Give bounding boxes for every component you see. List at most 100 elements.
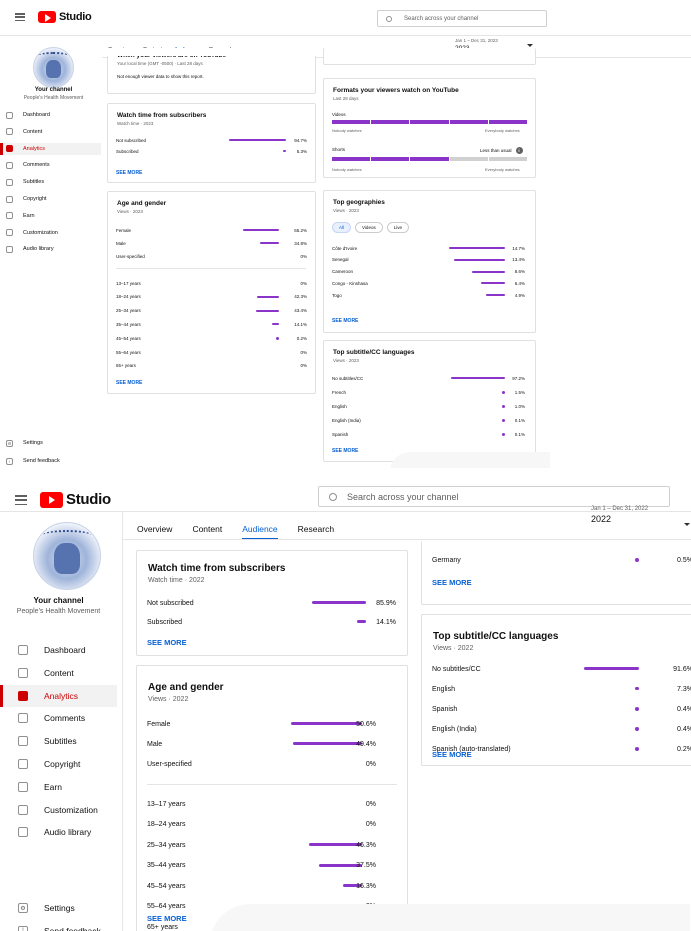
data-row: Togo 4.9%: [323, 290, 536, 300]
row-label: English: [432, 685, 455, 693]
value-bar: [256, 309, 279, 312]
sidebar-item-comments[interactable]: Comments: [0, 707, 117, 729]
filter-chip-all[interactable]: All: [332, 222, 352, 233]
data-row: No subtitles/CC 91.6%: [421, 661, 691, 677]
see-more-age-gender[interactable]: SEE MORE: [147, 914, 187, 923]
sidebar-item-analytics[interactable]: Analytics: [0, 684, 117, 707]
studio-logo[interactable]: Studio: [38, 11, 92, 23]
sidebar-item-settings[interactable]: ⚙ Settings: [0, 437, 101, 449]
sidebar-item-audio-library[interactable]: Audio library: [0, 821, 117, 843]
row-value: 0%: [300, 253, 307, 259]
sidebar-item-analytics[interactable]: Analytics: [0, 142, 101, 155]
formats-videos-label: Videos: [332, 112, 346, 117]
data-row: User-specified 0%: [107, 251, 316, 261]
sidebar-item-feedback[interactable]: ! Send feedback: [0, 455, 101, 467]
data-row: Male 34.8%: [107, 238, 316, 248]
info-icon[interactable]: i: [515, 147, 523, 154]
row-value: 0.2%: [296, 335, 307, 341]
hamburger-menu-icon[interactable]: [15, 13, 25, 21]
see-more-watch-subscribers[interactable]: SEE MORE: [116, 170, 142, 176]
row-value: 0%: [365, 800, 376, 808]
see-more-age-gender[interactable]: SEE MORE: [116, 380, 142, 386]
chevron-down-icon[interactable]: [684, 523, 690, 526]
scroll-fade: [390, 452, 550, 468]
row-value: 6.4%: [514, 280, 525, 286]
sidebar-item-label: Earn: [23, 212, 35, 219]
row-label: 65+ years: [116, 363, 136, 369]
sidebar-item-content[interactable]: Content: [0, 126, 101, 138]
filter-chip-live[interactable]: Live: [386, 222, 409, 233]
sidebar-item-label: Subtitles: [44, 736, 77, 747]
audio-library-icon: [18, 827, 28, 838]
sidebar-item-copyright[interactable]: Copyright: [0, 193, 101, 205]
tab-overview[interactable]: Overview: [137, 524, 172, 534]
sidebar-item-label: Copyright: [23, 196, 47, 202]
sidebar-item-feedback[interactable]: ! Send feedback: [0, 920, 117, 931]
sidebar-item-dashboard[interactable]: Dashboard: [0, 109, 101, 121]
sidebar-item-subtitles[interactable]: Subtitles: [0, 730, 117, 752]
sidebar-item-audio-library[interactable]: Audio library: [0, 243, 101, 255]
channel-avatar[interactable]: [33, 47, 74, 88]
data-row: 35–44 years 37.5%: [136, 858, 408, 874]
tab-content[interactable]: Content: [192, 524, 222, 534]
date-range-picker[interactable]: Jan 1 – Dec 31, 2022 2022: [591, 506, 648, 524]
sidebar-item-copyright[interactable]: Copyright: [0, 753, 117, 775]
row-label: 55–64 years: [147, 903, 186, 910]
data-row: 25–34 years 46.3%: [136, 837, 408, 853]
data-row: Female 65.2%: [107, 225, 316, 235]
sidebar-item-label: Dashboard: [23, 112, 50, 118]
copyright-icon: [18, 759, 28, 769]
tab-research[interactable]: Research: [298, 524, 334, 534]
see-more-geographies[interactable]: SEE MORE: [432, 578, 472, 587]
filter-chip-videos[interactable]: Videos: [355, 222, 383, 233]
data-row: 65+ years 0%: [107, 361, 316, 371]
sidebar-item-customization[interactable]: Customization: [0, 799, 117, 821]
data-row: Germany 0.5%: [421, 552, 691, 568]
row-value: 0%: [300, 280, 307, 286]
row-value: 34.8%: [294, 240, 307, 246]
sidebar-item-customization[interactable]: Customization: [0, 227, 101, 239]
sidebar-item-label: Audio library: [23, 246, 54, 253]
sidebar-item-comments[interactable]: Comments: [0, 159, 101, 171]
chevron-down-icon[interactable]: [527, 44, 533, 47]
row-label: 55–64 years: [116, 349, 141, 355]
search-input[interactable]: Search across your channel: [318, 486, 670, 507]
sidebar-item-settings[interactable]: ⚙ Settings: [0, 897, 117, 919]
sidebar-item-label: Earn: [44, 781, 62, 792]
studio-logo[interactable]: Studio: [40, 491, 111, 508]
channel-title: Your channel: [34, 87, 73, 93]
row-label: Togo: [332, 292, 342, 298]
sidebar-item-label: Subtitles: [23, 179, 45, 186]
sidebar-item-content[interactable]: Content: [0, 662, 117, 684]
tab-audience[interactable]: Audience: [242, 524, 279, 540]
hamburger-menu-icon[interactable]: [15, 495, 27, 505]
row-value: 91.6%: [673, 665, 691, 673]
search-input[interactable]: Search across your channel: [377, 10, 547, 27]
row-label: English (India): [432, 725, 477, 733]
sidebar-item-subtitles[interactable]: Subtitles: [0, 176, 101, 188]
age-gender-divider: [116, 268, 306, 269]
row-value: 0.5%: [677, 556, 691, 564]
analytics-tabs: Overview Content Audience Research: [137, 524, 334, 540]
see-more-watch-subscribers[interactable]: SEE MORE: [147, 638, 187, 647]
see-more-geographies[interactable]: SEE MORE: [332, 318, 358, 324]
channel-avatar[interactable]: [33, 522, 101, 590]
row-label: 25–34 years: [116, 308, 141, 314]
row-value: 4.9%: [514, 292, 525, 298]
sidebar-item-earn[interactable]: Earn: [0, 776, 117, 798]
sidebar-item-earn[interactable]: Earn: [0, 210, 101, 222]
see-more-subtitle-languages[interactable]: SEE MORE: [332, 448, 358, 454]
data-row: English 7.3%: [421, 681, 691, 697]
row-label: Not subscribed: [116, 137, 147, 143]
comments-icon: [6, 161, 13, 169]
row-value: 0.2%: [677, 745, 691, 753]
see-more-subtitle-languages[interactable]: SEE MORE: [432, 750, 472, 759]
row-label: 65+ years: [147, 923, 178, 931]
scroll-fade: [210, 904, 690, 931]
sidebar-item-label: Customization: [44, 804, 98, 815]
sidebar-item-dashboard[interactable]: Dashboard: [0, 639, 117, 661]
value-bar: [635, 726, 639, 731]
data-row: 55–64 years 0%: [107, 347, 316, 357]
earn-icon: [18, 781, 28, 792]
analytics-icon: [18, 690, 28, 701]
